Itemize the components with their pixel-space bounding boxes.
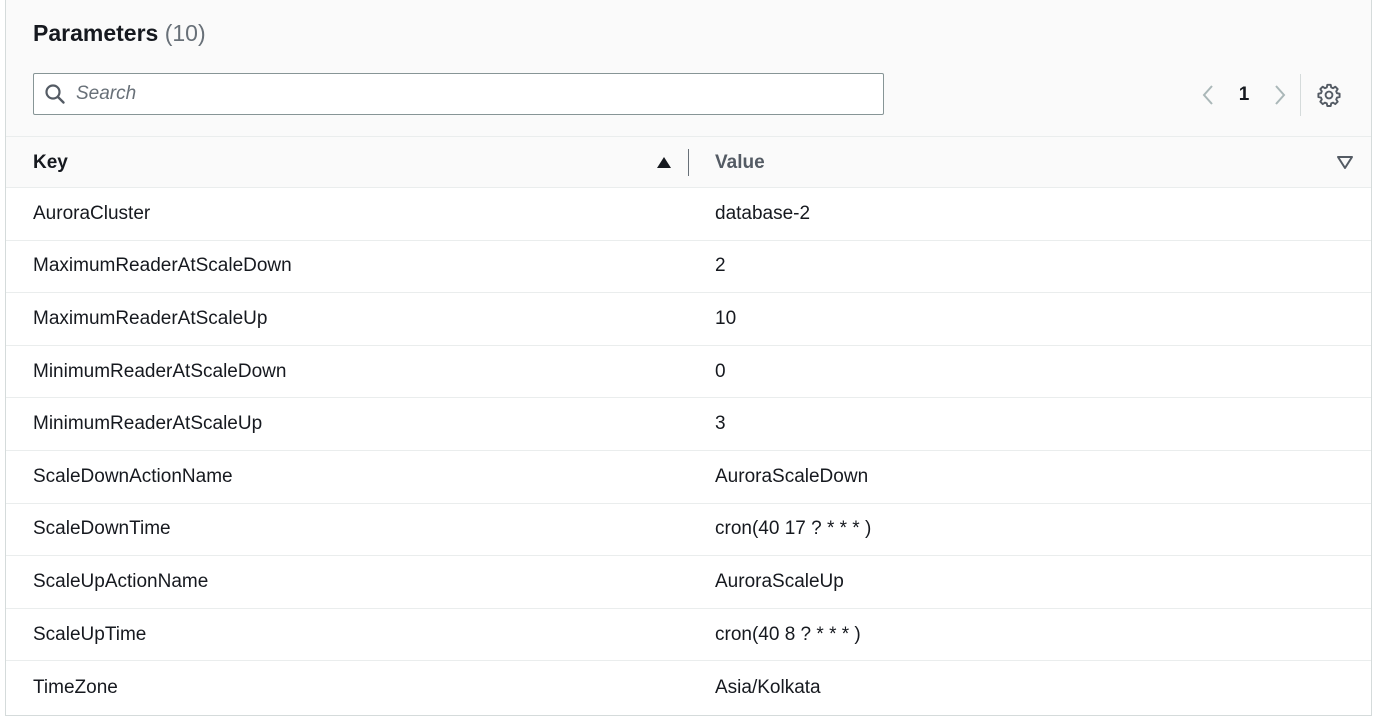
preferences-button[interactable]	[1311, 78, 1347, 112]
key-cell: ScaleUpTime	[33, 623, 147, 645]
table-header-bar: Parameters (10) 1	[6, 0, 1371, 137]
value-cell: 2	[715, 255, 726, 277]
table-row: TimeZone Asia/Kolkata	[6, 661, 1371, 714]
value-cell: cron(40 8 ? * * * )	[715, 623, 861, 645]
column-resizer[interactable]	[688, 149, 689, 176]
value-cell: cron(40 17 ? * * * )	[715, 518, 872, 540]
table-row: MinimumReaderAtScaleDown 0	[6, 346, 1371, 399]
chevron-left-icon	[1202, 85, 1213, 105]
value-cell: 3	[715, 413, 726, 435]
key-cell: MaximumReaderAtScaleDown	[33, 255, 292, 277]
search-input[interactable]	[76, 75, 856, 113]
table-row: ScaleDownTime cron(40 17 ? * * * )	[6, 504, 1371, 557]
current-page[interactable]: 1	[1226, 84, 1262, 106]
key-cell: TimeZone	[33, 676, 118, 698]
gear-icon	[1317, 83, 1341, 107]
toolbar-divider	[1300, 74, 1301, 116]
value-cell: 10	[715, 307, 737, 329]
title-text: Parameters	[33, 20, 159, 46]
key-cell: ScaleDownTime	[33, 518, 171, 540]
table-row: MinimumReaderAtScaleUp 3	[6, 398, 1371, 451]
previous-page-button[interactable]	[1190, 78, 1226, 112]
parameter-count: (10)	[164, 20, 206, 46]
search-box[interactable]	[33, 73, 884, 115]
table-row: AuroraCluster database-2	[6, 188, 1371, 241]
value-cell: 0	[715, 360, 726, 382]
parameters-panel: Parameters (10) 1	[5, 0, 1372, 716]
key-cell: ScaleDownActionName	[33, 465, 233, 487]
table-body: AuroraCluster database-2 MaximumReaderAt…	[6, 188, 1371, 714]
value-cell: AuroraScaleDown	[715, 465, 869, 487]
column-header-value[interactable]: Value	[715, 137, 1355, 188]
table-row: ScaleDownActionName AuroraScaleDown	[6, 451, 1371, 504]
search-icon	[34, 74, 76, 114]
value-cell: database-2	[715, 202, 811, 224]
page-title: Parameters (10)	[33, 20, 206, 47]
chevron-right-icon	[1275, 85, 1286, 105]
key-cell: MinimumReaderAtScaleDown	[33, 360, 287, 382]
next-page-button[interactable]	[1262, 78, 1298, 112]
table-column-headers: Key Value	[6, 137, 1371, 188]
key-cell: AuroraCluster	[33, 202, 151, 224]
table-row: MaximumReaderAtScaleDown 2	[6, 241, 1371, 294]
table-row: MaximumReaderAtScaleUp 10	[6, 293, 1371, 346]
sort-ascending-icon[interactable]	[654, 153, 674, 173]
value-cell: Asia/Kolkata	[715, 676, 821, 698]
value-cell: AuroraScaleUp	[715, 570, 844, 592]
sort-descending-icon[interactable]	[1335, 152, 1355, 172]
key-cell: MinimumReaderAtScaleUp	[33, 413, 263, 435]
key-cell: ScaleUpActionName	[33, 570, 209, 592]
table-row: ScaleUpActionName AuroraScaleUp	[6, 556, 1371, 609]
key-cell: MaximumReaderAtScaleUp	[33, 307, 268, 329]
pagination: 1	[1190, 78, 1298, 112]
table-row: ScaleUpTime cron(40 8 ? * * * )	[6, 609, 1371, 662]
column-header-key[interactable]: Key	[33, 137, 673, 188]
